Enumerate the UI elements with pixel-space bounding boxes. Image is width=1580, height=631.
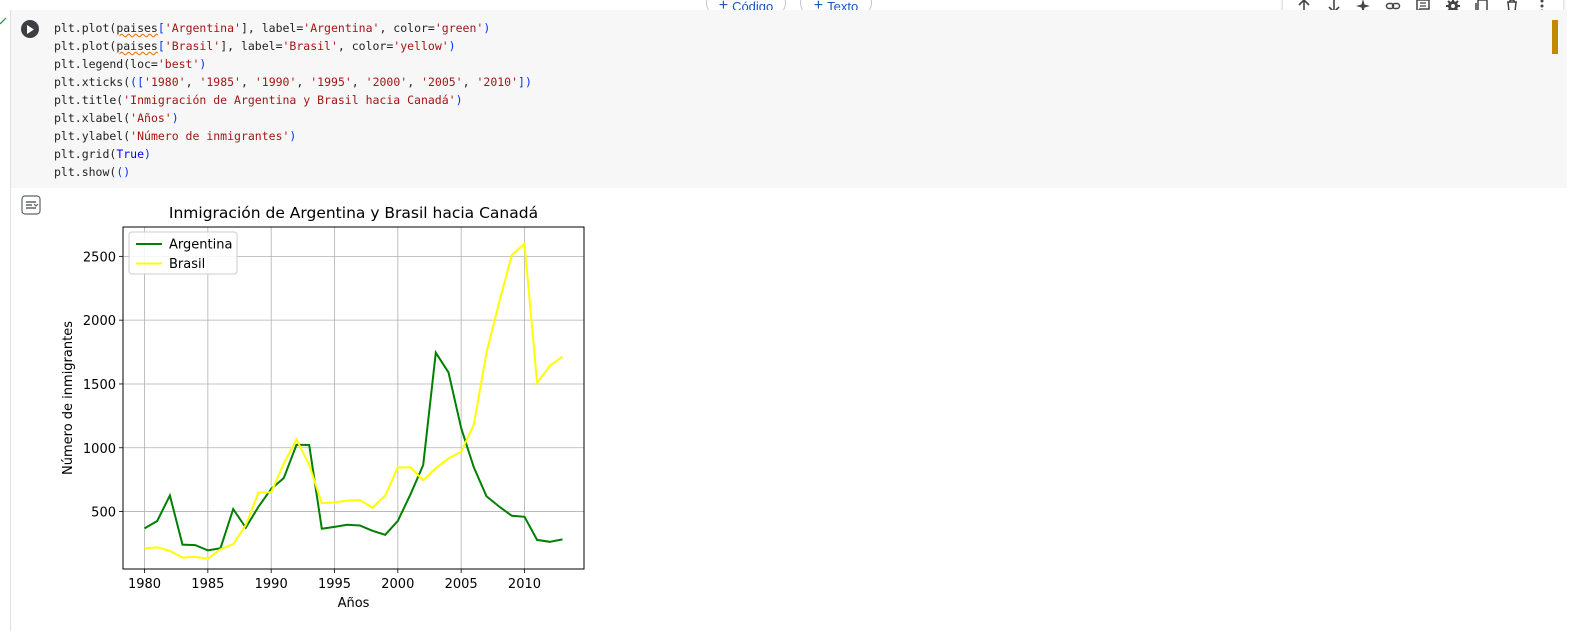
x-tick-label: 1990 [255,577,288,592]
y-tick-label: 2500 [83,250,116,265]
y-axis-label: Número de inmigrantes [61,321,76,475]
code-editor[interactable]: plt.plot(paises['Argentina'], label='Arg… [54,19,532,181]
run-cell-button[interactable] [21,20,39,38]
code-line: plt.legend(loc='best') [54,57,207,71]
x-tick-label: 1985 [191,577,224,592]
legend-label: Brasil [169,257,205,272]
y-tick-label: 1500 [83,378,116,393]
output-border [10,188,11,631]
code-line: plt.xlabel('Años') [54,111,179,125]
code-line: plt.xticks((['1980', '1985', '1990', '19… [54,75,532,89]
plot-area [123,227,584,569]
x-tick-label: 2010 [508,577,541,592]
y-tick-label: 500 [91,506,116,521]
code-line: plt.title('Inmigración de Argentina y Br… [54,93,463,107]
x-tick-label: 2005 [445,577,478,592]
y-tick-label: 1000 [83,442,116,457]
play-icon [27,24,34,34]
x-tick-label: 1995 [318,577,351,592]
line-chart: 1980 1985 1990 1995 2000 2005 2010 500 1000 1500 2… [61,204,585,611]
code-line: plt.grid(True) [54,147,151,161]
code-line: plt.plot(paises['Brasil'], label='Brasil… [54,39,456,53]
execution-status-icon [0,17,7,25]
x-tick-label: 2000 [381,577,414,592]
legend-label: Argentina [169,238,232,253]
x-tick-label: 1980 [128,577,161,592]
chart-title: Inmigración de Argentina y Brasil hacia … [169,204,538,222]
cell-scroll-indicator [1552,20,1558,54]
x-axis-label: Años [338,596,370,611]
code-line: plt.ylabel('Número de inmigrantes') [54,129,297,143]
y-tick-label: 2000 [83,314,116,329]
code-line: plt.show(() [54,165,131,179]
code-line: plt.plot(paises['Argentina'], label='Arg… [54,21,491,35]
output-options-icon[interactable] [21,195,41,215]
